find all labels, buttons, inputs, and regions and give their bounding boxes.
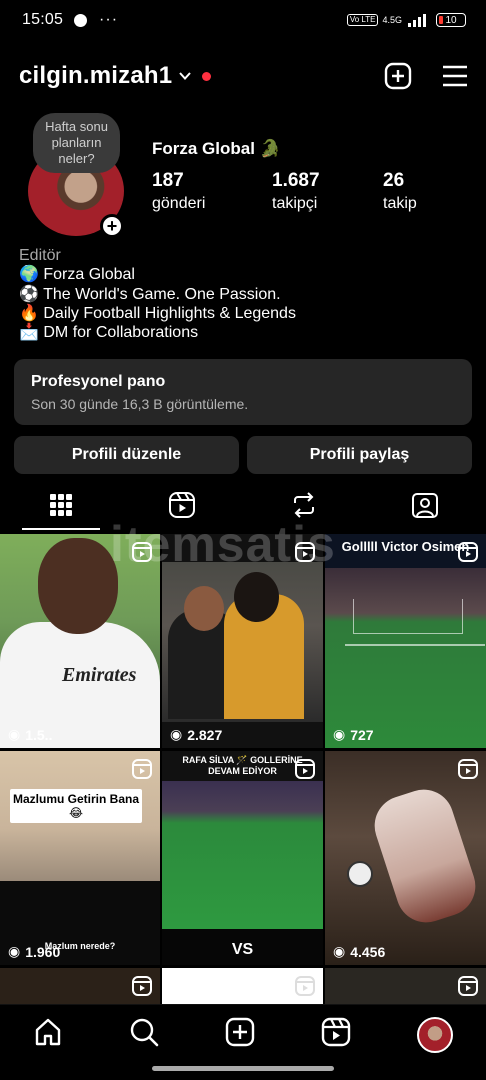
- profile-header: cilgin.mizah1: [0, 52, 486, 100]
- profile-nav-avatar[interactable]: [417, 1017, 453, 1053]
- views-icon: ◉: [333, 943, 346, 959]
- post-tile[interactable]: ◉ 4.456: [325, 751, 486, 965]
- search-icon[interactable]: [129, 1017, 159, 1047]
- username[interactable]: cilgin.mizah1: [19, 62, 172, 90]
- views-icon: ◉: [333, 726, 346, 742]
- create-post-icon[interactable]: [225, 1017, 255, 1047]
- post-subcaption: VS: [231, 941, 254, 958]
- reel-icon: [458, 759, 478, 779]
- following-label: takip: [383, 195, 417, 212]
- reels-nav-icon[interactable]: [321, 1017, 351, 1047]
- category-label: Editör: [19, 247, 61, 264]
- reel-icon: [295, 759, 315, 779]
- dashboard-title: Profesyonel pano: [31, 373, 166, 390]
- post-tile[interactable]: [0, 968, 160, 1004]
- post-tile[interactable]: RAFA SİLVA 🪄 GOLLERİNE DEVAM EDİYOR VS: [162, 751, 323, 965]
- home-icon[interactable]: [33, 1017, 63, 1047]
- view-count: ◉ 2.827: [170, 726, 223, 743]
- profile-stats: 187 gönderi 1.687 takipçi 26 takip: [152, 170, 417, 213]
- followers-label: takipçi: [272, 195, 318, 212]
- tab-tagged[interactable]: [365, 480, 486, 530]
- views-icon: ◉: [8, 726, 21, 742]
- profile-actions: Profili düzenle Profili paylaş: [14, 436, 472, 474]
- network-type: 4.5G: [382, 14, 402, 25]
- reel-icon: [132, 976, 152, 996]
- post-tile[interactable]: Golllll Victor Osimen ◉ 727: [325, 534, 486, 748]
- stat-posts[interactable]: 187 gönderi: [152, 170, 272, 213]
- professional-dashboard[interactable]: Profesyonel pano Son 30 günde 16,3 B gör…: [14, 359, 472, 425]
- reel-icon: [132, 759, 152, 779]
- menu-icon[interactable]: [442, 65, 468, 87]
- followers-count: 1.687: [272, 170, 320, 191]
- posts-count: 187: [152, 170, 184, 191]
- watermark: itemsatis: [110, 516, 336, 572]
- tab-posts[interactable]: [0, 480, 122, 530]
- dashboard-subtitle: Son 30 günde 16,3 B görüntüleme.: [31, 396, 249, 412]
- reel-icon: [458, 542, 478, 562]
- status-more: ···: [99, 11, 119, 28]
- reel-icon: [458, 976, 478, 996]
- grid-icon: [49, 494, 72, 516]
- view-count: ◉ 727: [333, 726, 374, 743]
- post-tile[interactable]: [162, 968, 323, 1004]
- note-bubble[interactable]: Hafta sonu planların neler?: [33, 113, 120, 173]
- add-story-icon[interactable]: +: [100, 214, 124, 238]
- recording-dot-icon: [74, 13, 88, 27]
- signal-icon: [408, 13, 426, 27]
- posts-grid: Emirates ◉ 1.5.. ◉ 2.827 Golllll Victor Os…: [0, 534, 486, 1004]
- following-count: 26: [383, 170, 405, 191]
- volte-icon: Vo LTE: [346, 14, 379, 26]
- notification-dot: [202, 71, 212, 81]
- share-profile-button[interactable]: Profili paylaş: [247, 436, 472, 474]
- post-tile[interactable]: [325, 968, 486, 1004]
- view-count: ◉ 4.456: [333, 943, 386, 960]
- bio: Editör 🌍 Forza Global ⚽ The World's Game…: [19, 246, 296, 342]
- view-count: ◉ 1.960: [8, 943, 61, 960]
- battery-icon: 10: [436, 13, 466, 27]
- post-caption: Mazlumu Getirin Bana 😂: [10, 789, 142, 823]
- bio-line: 📩 DM for Collaborations: [19, 324, 199, 342]
- stat-following[interactable]: 26 takip: [383, 170, 417, 213]
- stat-followers[interactable]: 1.687 takipçi: [272, 170, 383, 213]
- posts-label: gönderi: [152, 195, 206, 212]
- post-tile[interactable]: Mazlumu Getirin Bana 😂 Mazlum nerede? ◉ 1…: [0, 751, 160, 965]
- create-icon[interactable]: [384, 62, 412, 90]
- chevron-down-icon[interactable]: [178, 69, 192, 83]
- display-name: Forza Global 🐊: [152, 139, 281, 158]
- bio-line: 🔥 Daily Football Highlights & Legends: [19, 304, 296, 322]
- home-indicator[interactable]: [152, 1066, 334, 1071]
- bio-line: 🌍 Forza Global: [19, 266, 135, 284]
- bio-line: ⚽ The World's Game. One Passion.: [19, 285, 281, 303]
- battery-level: 10: [445, 14, 457, 26]
- status-icons: Vo LTE 4.5G 10: [346, 13, 466, 27]
- status-time: 15:05: [22, 11, 64, 28]
- status-bar: 15:05 ··· Vo LTE 4.5G 10: [0, 0, 486, 40]
- edit-profile-button[interactable]: Profili düzenle: [14, 436, 239, 474]
- views-icon: ◉: [170, 726, 183, 742]
- shirt-logo: Emirates: [62, 664, 137, 686]
- view-count: ◉ 1.5..: [8, 726, 53, 743]
- tagged-icon: [412, 493, 439, 518]
- views-icon: ◉: [8, 943, 21, 959]
- reel-icon: [295, 976, 315, 996]
